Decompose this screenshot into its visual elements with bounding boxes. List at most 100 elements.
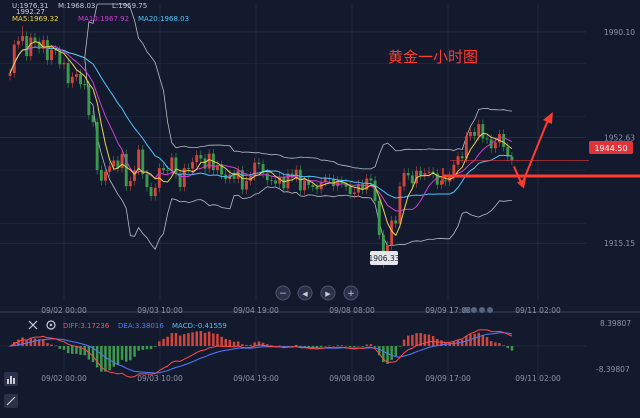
macd-bar xyxy=(402,339,406,346)
candle-body[interactable] xyxy=(481,124,485,139)
candle-body[interactable] xyxy=(423,172,427,176)
candle-body[interactable] xyxy=(112,160,116,167)
zoom-in-button[interactable]: + xyxy=(343,285,359,301)
candle-body[interactable] xyxy=(99,170,103,181)
macd-bar xyxy=(212,333,215,346)
macd-bar xyxy=(506,346,509,349)
candle-body[interactable] xyxy=(274,180,277,184)
candle-body[interactable] xyxy=(153,187,157,196)
last-price-value: 1944.50 xyxy=(594,144,627,153)
candle-body[interactable] xyxy=(83,84,87,86)
candle-body[interactable] xyxy=(315,187,319,190)
candle-body[interactable] xyxy=(506,146,510,157)
candle-body[interactable] xyxy=(66,62,70,84)
macd-bar xyxy=(340,345,344,346)
candle-body[interactable] xyxy=(166,170,170,171)
candle-body[interactable] xyxy=(232,174,236,179)
candle-body[interactable] xyxy=(419,170,423,176)
candle-body[interactable] xyxy=(16,40,20,45)
candle-body[interactable] xyxy=(95,122,99,170)
candle-body[interactable] xyxy=(141,149,145,175)
candle-body[interactable] xyxy=(394,220,398,224)
indicator-toolbar-icon[interactable] xyxy=(4,372,18,386)
candle-body[interactable] xyxy=(373,180,377,201)
candle-body[interactable] xyxy=(410,175,414,184)
candle-body[interactable] xyxy=(29,37,33,57)
candle-body[interactable] xyxy=(149,187,153,196)
candle-body[interactable] xyxy=(25,36,29,57)
candle-body[interactable] xyxy=(282,176,286,189)
macd-bar xyxy=(120,346,124,360)
candle-body[interactable] xyxy=(145,174,149,187)
candle-body[interactable] xyxy=(311,185,315,187)
zoom-out-button[interactable]: − xyxy=(275,285,291,301)
candle-body[interactable] xyxy=(162,168,165,171)
drawing-tool-icon[interactable] xyxy=(4,394,18,408)
candle-body[interactable] xyxy=(348,186,352,194)
candle-body[interactable] xyxy=(444,180,447,182)
last-price-tag: 1944.50 xyxy=(589,141,633,154)
time-tick-label: 09/02 00:00 xyxy=(41,306,87,315)
candle-body[interactable] xyxy=(128,181,132,187)
candle-body[interactable] xyxy=(352,192,356,194)
candle-body[interactable] xyxy=(191,162,194,169)
candle-body[interactable] xyxy=(33,37,37,42)
previous-button[interactable]: ◀ xyxy=(297,285,313,301)
candle-body[interactable] xyxy=(245,181,248,190)
candle-body[interactable] xyxy=(460,156,464,159)
candle-body[interactable] xyxy=(108,166,112,172)
time-tick-label: 09/08 08:00 xyxy=(329,306,375,315)
candle-body[interactable] xyxy=(91,115,95,123)
macd-bar xyxy=(344,346,348,347)
candle-body[interactable] xyxy=(45,40,49,61)
candle-body[interactable] xyxy=(377,200,381,235)
candle-body[interactable] xyxy=(120,154,124,169)
candle-body[interactable] xyxy=(21,36,24,41)
candle-body[interactable] xyxy=(8,73,12,76)
candle-body[interactable] xyxy=(427,171,431,173)
candle-body[interactable] xyxy=(303,181,306,191)
candle-body[interactable] xyxy=(269,180,273,181)
candle-body[interactable] xyxy=(257,162,261,165)
candle-body[interactable] xyxy=(50,49,53,61)
candle-body[interactable] xyxy=(406,172,410,176)
candle-body[interactable] xyxy=(469,132,472,137)
macd-tick-label-top: 8.39807 xyxy=(600,319,631,328)
candle-body[interactable] xyxy=(187,168,190,169)
candle-body[interactable] xyxy=(502,134,506,147)
candle-body[interactable] xyxy=(62,62,66,65)
candle-body[interactable] xyxy=(473,132,476,136)
candle-body[interactable] xyxy=(70,76,74,84)
candle-body[interactable] xyxy=(137,149,141,171)
candle-body[interactable] xyxy=(510,156,514,161)
macd-bar xyxy=(502,345,505,346)
candle-body[interactable] xyxy=(398,186,402,224)
macd-bar xyxy=(125,346,128,362)
candle-body[interactable] xyxy=(207,153,211,169)
candle-body[interactable] xyxy=(493,142,497,149)
candle-body[interactable] xyxy=(402,172,406,187)
gold-hourly-chart[interactable]: 1990.10 1952.63 1915.15 8.39807 -8.39807 09/… xyxy=(0,0,640,414)
zoom-out-icon: − xyxy=(279,289,287,299)
macd-bar xyxy=(108,346,111,371)
candle-body[interactable] xyxy=(79,74,82,85)
candle-body[interactable] xyxy=(12,44,16,74)
candle-body[interactable] xyxy=(199,155,203,159)
macd-bar xyxy=(162,338,165,346)
macd-bar xyxy=(133,346,136,357)
macd-bar xyxy=(50,344,53,346)
macd-bar xyxy=(489,341,493,346)
next-button[interactable]: ▶ xyxy=(320,285,336,301)
candle-body[interactable] xyxy=(195,155,199,163)
candle-body[interactable] xyxy=(381,234,385,254)
candle-body[interactable] xyxy=(75,74,78,77)
candle-body[interactable] xyxy=(477,124,481,136)
candle-body[interactable] xyxy=(170,157,174,171)
macd-bar xyxy=(481,335,485,346)
candle-body[interactable] xyxy=(87,85,91,116)
candle-body[interactable] xyxy=(485,138,489,140)
candle-body[interactable] xyxy=(390,220,394,246)
candle-body[interactable] xyxy=(104,171,107,181)
macd-bar xyxy=(415,333,418,346)
candle-body[interactable] xyxy=(369,178,373,181)
